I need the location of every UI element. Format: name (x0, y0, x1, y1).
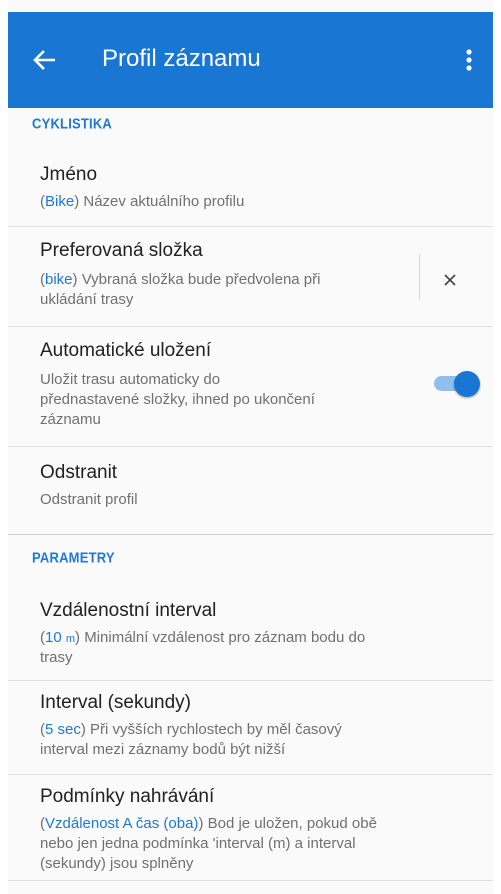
pref-distance-unit: m (65, 633, 76, 645)
page-title: Profil záznamu (102, 45, 261, 72)
pref-name-summary: (Bike) Název aktuálního profilu (40, 193, 245, 210)
pref-distance-interval[interactable]: Vzdálenostní interval (10 m) Minimální v… (8, 588, 493, 678)
pref-conditions-desc-2: nebo jen jedna podmínka 'interval (m) a … (40, 835, 356, 852)
pref-interval-summary: (5 sec) Při vyšších rychlostech by měl č… (40, 721, 342, 738)
pref-folder[interactable]: Preferovaná složka (bike) Vybraná složka… (8, 228, 493, 324)
pref-interval-desc-2: interval mezi záznamy bodů být nižší (40, 741, 286, 758)
pref-time-interval[interactable]: Interval (sekundy) (5 sec) Při vyšších r… (8, 682, 493, 774)
pref-interval-desc-1: Při vyšších rychlostech by měl časový (90, 721, 342, 738)
clear-folder-button[interactable] (436, 266, 464, 294)
section-divider (8, 534, 493, 535)
pref-name[interactable]: Jméno (Bike) Název aktuálního profilu (8, 152, 493, 222)
overflow-menu-button[interactable] (451, 42, 487, 78)
section-header-cycling: CYKLISTIKA (32, 115, 112, 132)
pref-folder-summary: (bike) Vybraná složka bude předvolena př… (40, 271, 321, 288)
divider (8, 446, 493, 447)
section-header-params: PARAMETRY (32, 549, 115, 566)
pref-autosave-desc-3: záznamu (40, 411, 101, 428)
pref-autosave[interactable]: Automatické uložení Uložit trasu automat… (8, 328, 493, 444)
pref-conditions-title: Podmínky nahrávání (40, 786, 215, 807)
divider (8, 774, 493, 775)
divider (8, 880, 493, 881)
pref-distance-summary: (10 m) Minimální vzdálenost pro záznam b… (40, 629, 366, 646)
pref-remove-title: Odstranit (40, 462, 118, 483)
pref-autosave-title: Automatické uložení (40, 340, 212, 361)
pref-folder-title: Preferovaná složka (40, 240, 203, 261)
pref-conditions-desc-1: Bod je uložen, pokud obě (207, 815, 377, 832)
pref-name-desc: Název aktuálního profilu (83, 193, 245, 210)
divider (8, 326, 493, 327)
toggle-thumb (454, 371, 480, 397)
pref-distance-title: Vzdálenostní interval (40, 600, 217, 621)
vertical-separator (419, 254, 420, 300)
pref-remove[interactable]: Odstranit Odstranit profil (8, 448, 493, 528)
pref-interval-value: 5 sec (45, 721, 81, 738)
pref-conditions-summary: (Vzdálenost A čas (oba)) Bod je uložen, … (40, 815, 377, 832)
autosave-toggle[interactable] (428, 369, 484, 397)
pref-folder-desc-2: ukládání trasy (40, 291, 134, 308)
more-vert-icon (466, 49, 472, 71)
pref-conditions-value: Vzdálenost A čas (oba) (45, 815, 199, 832)
pref-name-value: Bike (45, 193, 75, 210)
pref-record-conditions[interactable]: Podmínky nahrávání (Vzdálenost A čas (ob… (8, 776, 493, 894)
pref-autosave-desc-2: přednastavené složky, ihned po ukončení (40, 391, 315, 408)
pref-name-title: Jméno (40, 164, 98, 185)
divider (8, 680, 493, 681)
app-bar: Profil záznamu (8, 12, 493, 108)
arrow-back-icon (33, 50, 55, 70)
pref-remove-desc: Odstranit profil (40, 491, 138, 508)
pref-distance-value: 10 (45, 629, 62, 646)
pref-distance-desc-1: Minimální vzdálenost pro záznam bodu do (84, 629, 366, 646)
back-button[interactable] (26, 42, 62, 78)
pref-autosave-desc-1: Uložit trasu automaticky do (40, 371, 221, 388)
divider (8, 226, 493, 227)
pref-interval-title: Interval (sekundy) (40, 692, 192, 713)
screen: Profil záznamu CYKLISTIKA Jméno (Bike) N… (8, 0, 493, 894)
pref-folder-desc-1: Vybraná složka bude předvolena při (81, 271, 321, 288)
pref-folder-value: bike (45, 271, 73, 288)
pref-conditions-desc-3: (sekundy) jsou splněny (40, 855, 194, 872)
pref-distance-desc-2: trasy (40, 649, 73, 666)
close-icon (444, 274, 456, 286)
